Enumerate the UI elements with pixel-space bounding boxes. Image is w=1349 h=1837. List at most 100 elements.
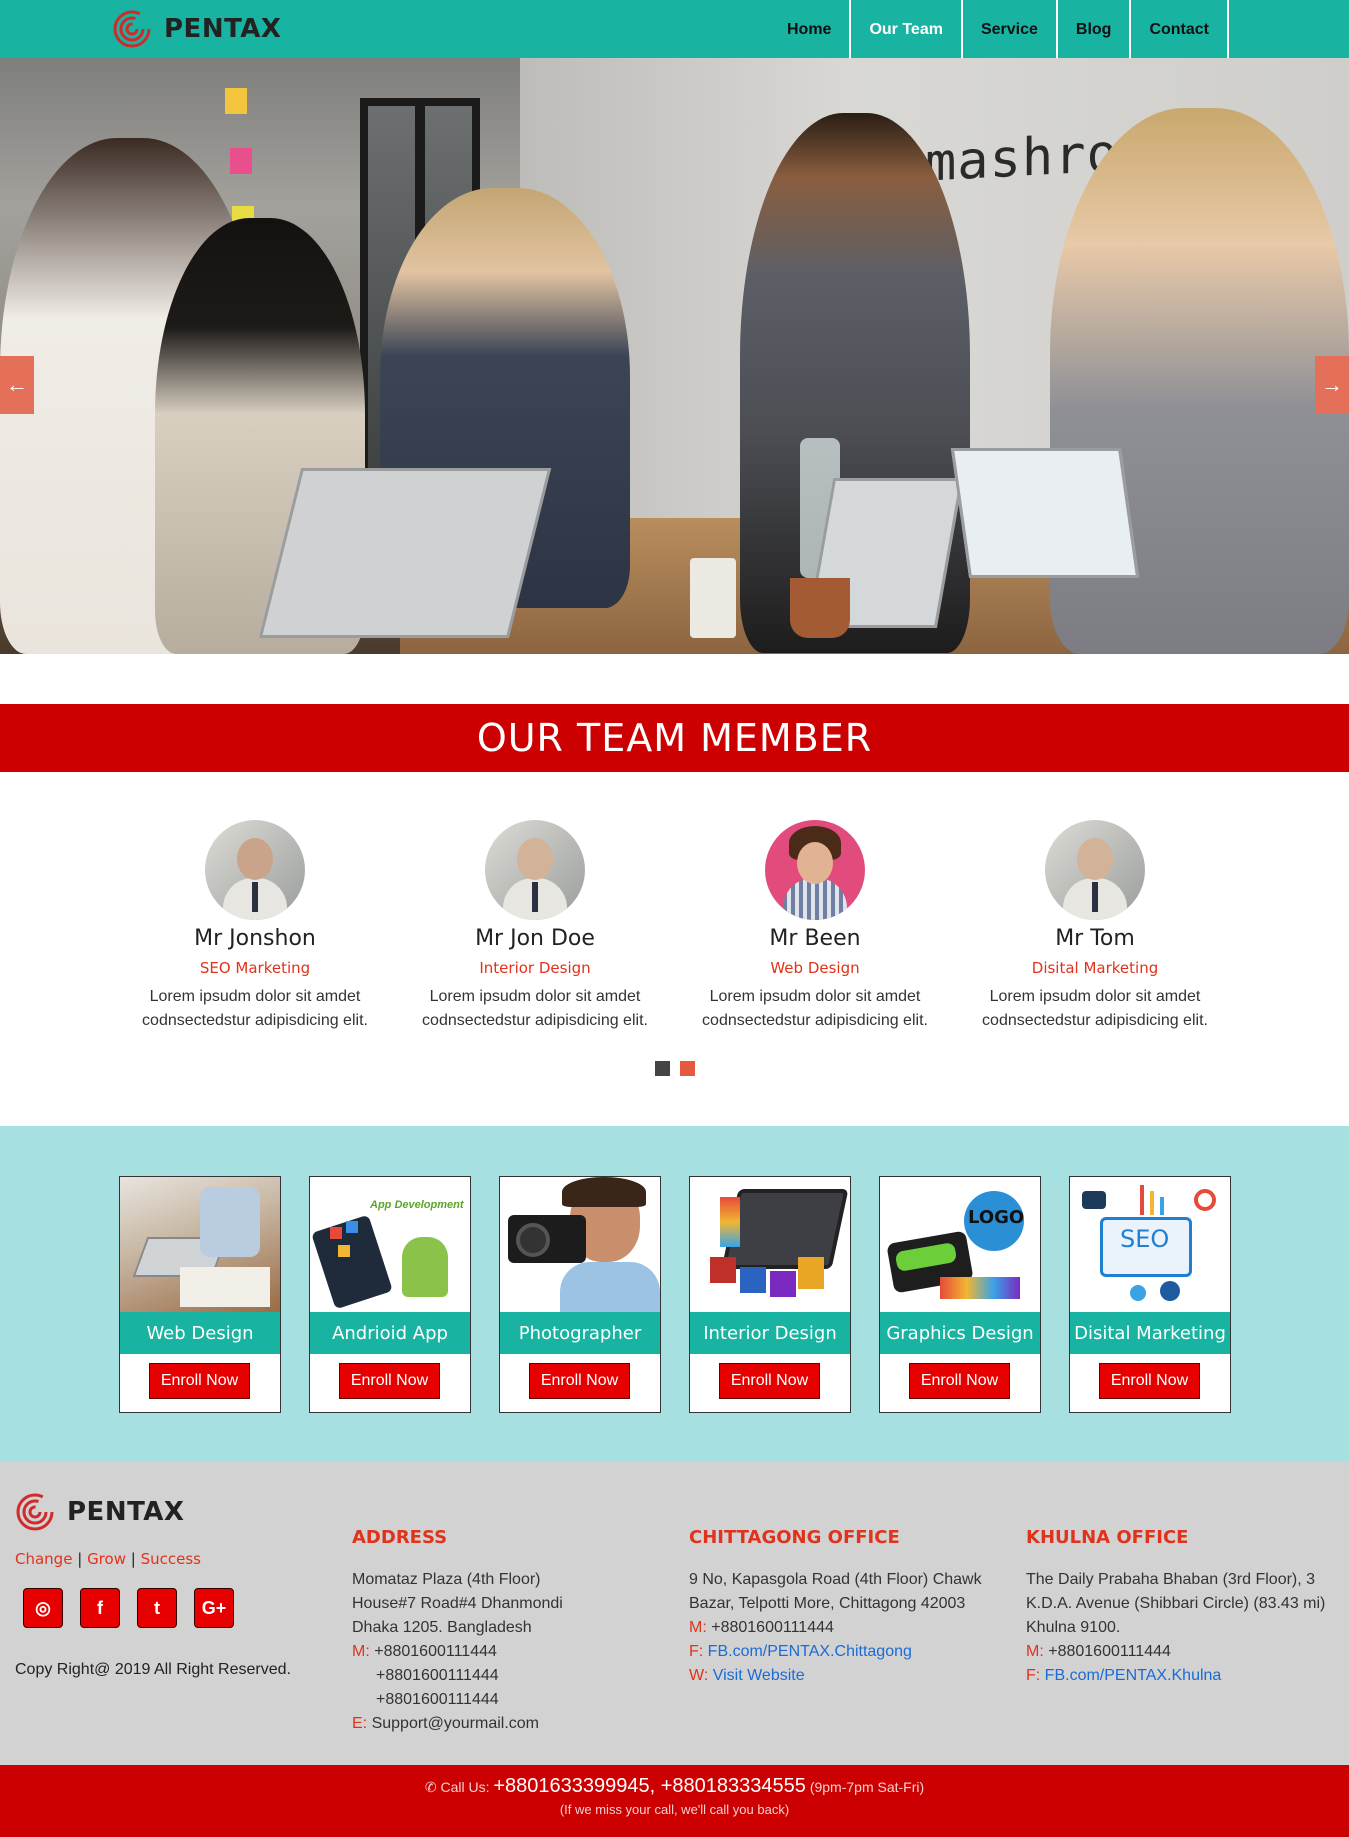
digital-marketing-image: SEO bbox=[1070, 1177, 1230, 1312]
label-e: E: bbox=[352, 1715, 368, 1732]
avatar-head bbox=[797, 842, 833, 884]
address-line: House#7 Road#4 Dhanmondi bbox=[352, 1595, 563, 1612]
address-line: Dhaka 1205. Bangladesh bbox=[352, 1619, 532, 1636]
call-line: ✆ Call Us: +8801633399945, +880183334555… bbox=[0, 1775, 1349, 1798]
address-heading: ADDRESS bbox=[352, 1527, 448, 1548]
phone-number: +8801600111444 bbox=[376, 1667, 499, 1684]
footer-logo[interactable]: PENTAX bbox=[15, 1492, 184, 1532]
member-description: Lorem ipsudm dolor sit amdet codnsecteds… bbox=[702, 988, 928, 1029]
avatar bbox=[205, 820, 305, 920]
arrow-left-icon: ← bbox=[6, 372, 28, 397]
team-member-card: Mr Been Web Design Lorem ipsudm dolor si… bbox=[675, 820, 955, 1033]
label-m: M: bbox=[1026, 1643, 1044, 1660]
team-member-card: Mr Jonshon SEO Marketing Lorem ipsudm do… bbox=[115, 820, 395, 1033]
enroll-button[interactable]: Enroll Now bbox=[719, 1363, 820, 1399]
address-line: 9 No, Kapasgola Road (4th Floor) Chawk bbox=[689, 1571, 982, 1588]
enroll-button[interactable]: Enroll Now bbox=[149, 1363, 250, 1399]
footer-tagline: Change | Grow | Success bbox=[15, 1550, 201, 1568]
logo-icon bbox=[112, 9, 152, 49]
nav-service[interactable]: Service bbox=[963, 0, 1058, 58]
member-role: Disital Marketing bbox=[1031, 959, 1159, 977]
avatar-tie bbox=[532, 882, 538, 912]
enroll-button[interactable]: Enroll Now bbox=[529, 1363, 630, 1399]
member-name: Mr Jon Doe bbox=[475, 926, 595, 951]
service-title: Andrioid App bbox=[310, 1312, 470, 1354]
hero-laptop bbox=[950, 448, 1140, 578]
brand-name: PENTAX bbox=[164, 14, 282, 44]
logo-icon bbox=[15, 1492, 55, 1532]
phone-number: +8801600111444 bbox=[374, 1643, 497, 1660]
service-title: Photographer bbox=[500, 1312, 660, 1354]
team-member-card: Mr Jon Doe Interior Design Lorem ipsudm … bbox=[395, 820, 675, 1033]
avatar bbox=[1045, 820, 1145, 920]
android-icon bbox=[402, 1237, 448, 1297]
social-links: ◎ f t G+ bbox=[23, 1588, 234, 1628]
avatar-head bbox=[517, 838, 553, 880]
slider-prev-button[interactable]: ← bbox=[0, 356, 34, 414]
service-title: Web Design bbox=[120, 1312, 280, 1354]
graphics-design-image: LOGO bbox=[880, 1177, 1040, 1312]
carousel-dot-active[interactable] bbox=[680, 1061, 695, 1076]
facebook-link[interactable]: FB.com/PENTAX.Chittagong bbox=[708, 1643, 912, 1660]
label-f: F: bbox=[689, 1643, 704, 1660]
twitter-icon[interactable]: t bbox=[137, 1588, 177, 1628]
address-line: Khulna 9100. bbox=[1026, 1619, 1121, 1636]
google-plus-icon[interactable]: G+ bbox=[194, 1588, 234, 1628]
instagram-icon[interactable]: ◎ bbox=[23, 1588, 63, 1628]
interior-design-image bbox=[690, 1177, 850, 1312]
address-line: The Daily Prabaha Bhaban (3rd Floor), 3 bbox=[1026, 1571, 1316, 1588]
call-prefix: Call Us: bbox=[440, 1779, 490, 1795]
footer-brand-name: PENTAX bbox=[67, 1497, 185, 1527]
service-card: SEO Disital Marketing Enroll Now bbox=[1069, 1176, 1231, 1413]
avatar bbox=[485, 820, 585, 920]
member-description: Lorem ipsudm dolor sit amdet codnsecteds… bbox=[422, 988, 648, 1029]
call-note: (If we miss your call, we'll call you ba… bbox=[559, 1802, 790, 1817]
avatar-head bbox=[237, 838, 273, 880]
service-card: Photographer Enroll Now bbox=[499, 1176, 661, 1413]
label-w: W: bbox=[689, 1667, 709, 1684]
phone-icon: ✆ bbox=[424, 1779, 437, 1795]
service-title: Interior Design bbox=[690, 1312, 850, 1354]
enroll-button[interactable]: Enroll Now bbox=[339, 1363, 440, 1399]
avatar-head bbox=[1077, 838, 1113, 880]
main-menu: Home Our Team Service Blog Contact bbox=[769, 0, 1229, 58]
nav-contact[interactable]: Contact bbox=[1131, 0, 1229, 58]
facebook-icon[interactable]: f bbox=[80, 1588, 120, 1628]
nav-our-team[interactable]: Our Team bbox=[851, 0, 963, 58]
arrow-right-icon: → bbox=[1321, 372, 1343, 397]
enroll-button[interactable]: Enroll Now bbox=[909, 1363, 1010, 1399]
khulna-column: KHULNA OFFICE The Daily Prabaha Bhaban (… bbox=[1026, 1526, 1346, 1688]
top-navbar: PENTAX Home Our Team Service Blog Contac… bbox=[0, 0, 1349, 58]
service-card: Web Design Enroll Now bbox=[119, 1176, 281, 1413]
address-line: Bazar, Telpotti More, Chittagong 42003 bbox=[689, 1595, 966, 1612]
facebook-link[interactable]: FB.com/PENTAX.Khulna bbox=[1045, 1667, 1222, 1684]
chittagong-heading: CHITTAGONG OFFICE bbox=[689, 1527, 900, 1548]
slider-next-button[interactable]: → bbox=[1315, 356, 1349, 414]
email-address[interactable]: Support@yourmail.com bbox=[372, 1715, 539, 1732]
phone-number: +8801600111444 bbox=[376, 1691, 499, 1708]
enroll-button[interactable]: Enroll Now bbox=[1099, 1363, 1200, 1399]
service-title: Disital Marketing bbox=[1070, 1312, 1230, 1354]
label-f: F: bbox=[1026, 1667, 1041, 1684]
target-icon bbox=[1194, 1189, 1216, 1211]
address-line: K.D.A. Avenue (Shibbari Circle) (83.43 m… bbox=[1026, 1595, 1326, 1612]
image-caption: App Development bbox=[370, 1199, 464, 1211]
avatar-tie bbox=[1092, 882, 1098, 912]
services-section: Web Design Enroll Now App Development An… bbox=[0, 1126, 1349, 1462]
call-numbers[interactable]: +8801633399945, +880183334555 bbox=[493, 1775, 806, 1797]
service-card: LOGO Graphics Design Enroll Now bbox=[879, 1176, 1041, 1413]
khulna-heading: KHULNA OFFICE bbox=[1026, 1527, 1189, 1548]
member-name: Mr Been bbox=[769, 926, 861, 951]
footer: PENTAX Change | Grow | Success ◎ f t G+ … bbox=[0, 1462, 1349, 1765]
page: PENTAX Home Our Team Service Blog Contac… bbox=[0, 0, 1349, 1837]
website-link[interactable]: Visit Website bbox=[713, 1667, 805, 1684]
member-role: Web Design bbox=[770, 959, 860, 977]
member-role: Interior Design bbox=[479, 959, 591, 977]
sticky-note bbox=[225, 88, 247, 114]
member-name: Mr Jonshon bbox=[194, 926, 316, 951]
nav-home[interactable]: Home bbox=[769, 0, 852, 58]
carousel-dot[interactable] bbox=[655, 1061, 670, 1076]
nav-blog[interactable]: Blog bbox=[1058, 0, 1132, 58]
call-hours: (9pm-7pm Sat-Fri) bbox=[809, 1779, 925, 1795]
brand-logo[interactable]: PENTAX bbox=[112, 8, 281, 50]
